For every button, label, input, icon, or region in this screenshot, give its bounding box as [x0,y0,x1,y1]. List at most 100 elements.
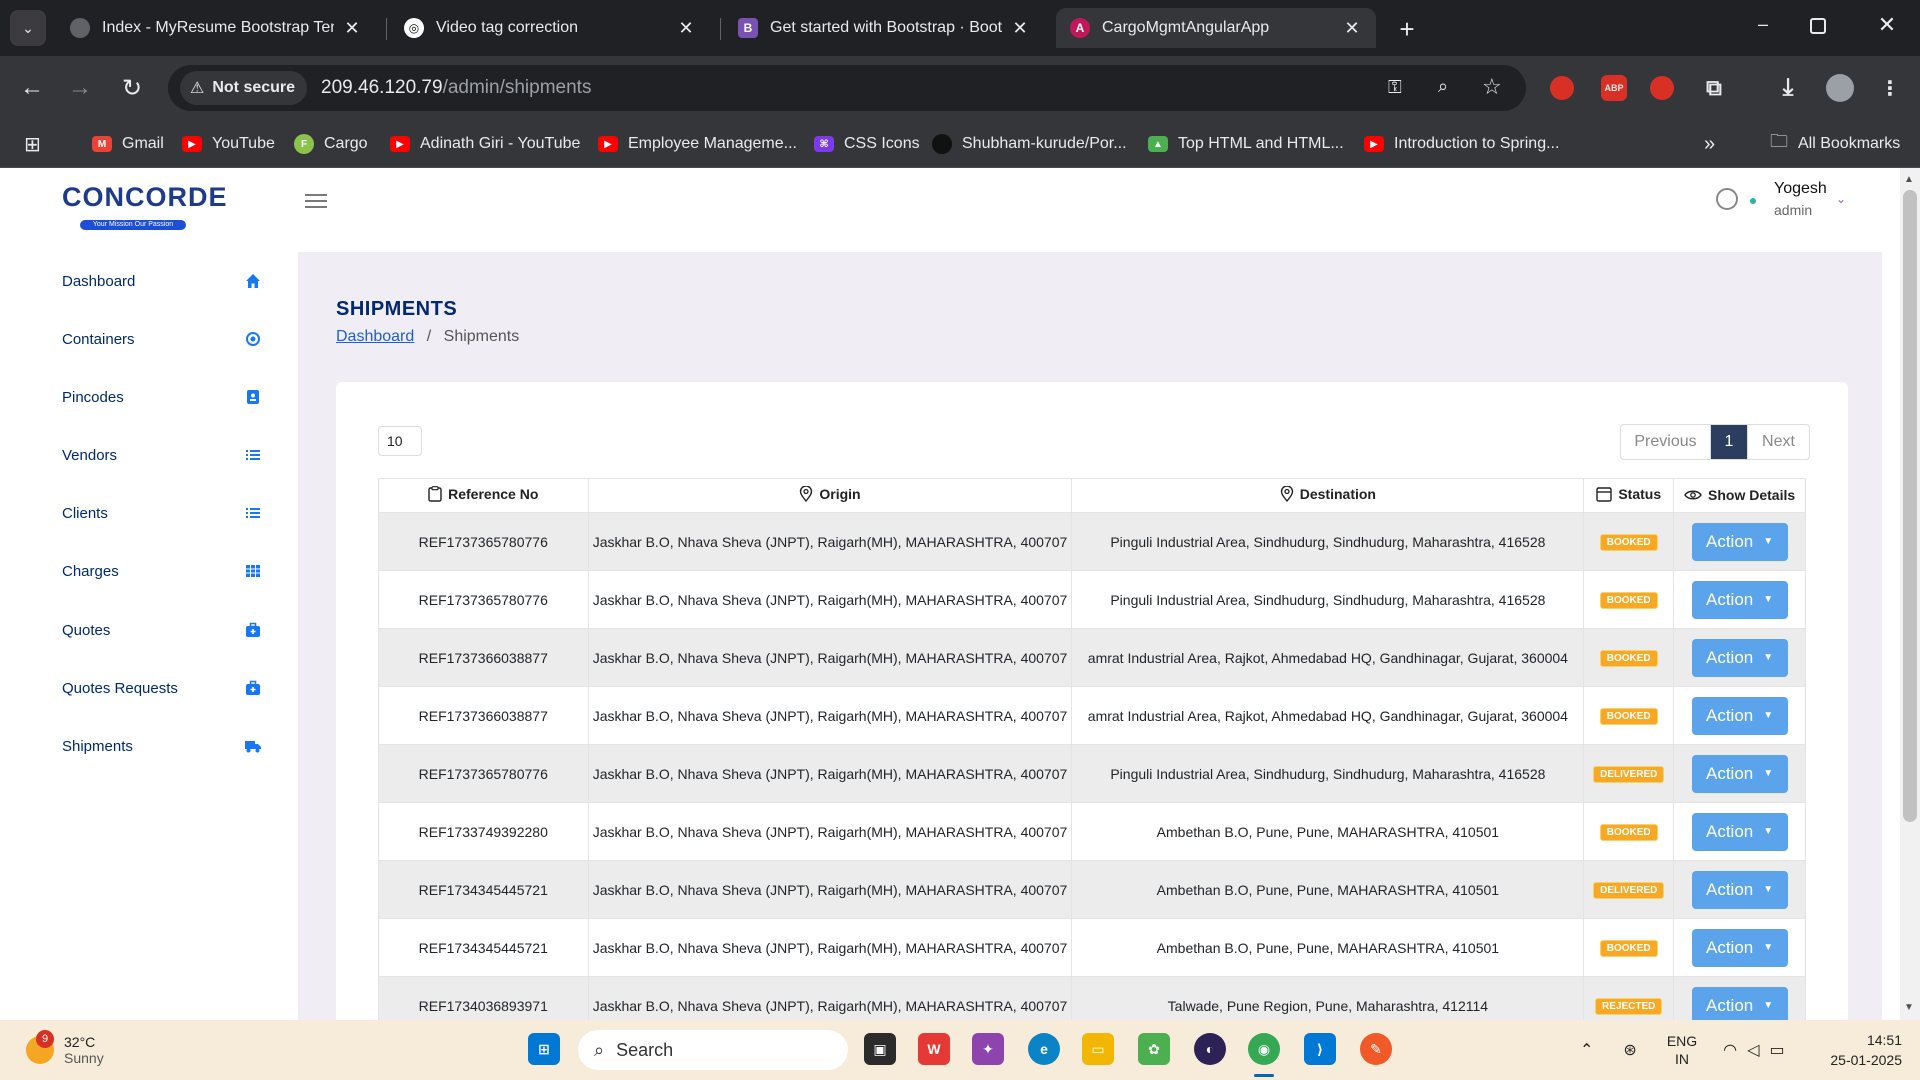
bookmark-gmail[interactable]: M Gmail [92,132,164,156]
wifi-icon[interactable]: ◠ [1723,1040,1737,1060]
action-dropdown-button[interactable]: Action ▼ [1691,522,1788,561]
page-scrollbar[interactable]: ▲ ▼ [1900,168,1920,1020]
back-arrow-icon[interactable]: ← [14,70,50,106]
bookmark-employee[interactable]: ▶ Employee Manageme... [598,132,797,156]
security-indicator[interactable]: ⚠ Not secure [180,71,308,105]
breadcrumb-link-dashboard[interactable]: Dashboard [336,328,414,345]
page-size-select[interactable]: 10 [378,426,422,456]
sidebar-item-containers[interactable]: Containers [62,319,262,359]
wps-office-icon[interactable]: W [918,1033,950,1065]
profile-avatar[interactable] [1826,74,1854,102]
sidebar-item-quotes[interactable]: Quotes [62,610,262,650]
pagination-previous[interactable]: Previous [1621,425,1711,459]
weather-widget[interactable]: 9 32°C Sunny [26,1030,104,1070]
browser-tab[interactable]: B Get started with Bootstrap · Bootst ✕ [724,8,1044,48]
edge-browser-icon[interactable]: e [1028,1033,1060,1065]
download-icon[interactable]: ⤓ [1774,74,1802,102]
url-text[interactable]: 209.46.120.79/admin/shipments [321,77,591,99]
close-tab-icon[interactable]: ✕ [676,18,696,39]
extension-badge-icon[interactable] [1648,74,1676,102]
bookmark-star-icon[interactable]: ☆ [1482,74,1502,100]
reload-icon[interactable]: ↻ [114,70,150,106]
scroll-down-arrow-icon[interactable]: ▼ [1904,1002,1914,1013]
action-dropdown-button[interactable]: Action ▼ [1691,928,1788,967]
taskbar-search[interactable]: ⌕ Search [578,1030,848,1070]
all-bookmarks-folder[interactable]: 🗀 All Bookmarks [1770,131,1900,156]
action-dropdown-button[interactable]: Action ▼ [1691,696,1788,735]
column-header-reference[interactable]: Reference No [378,478,589,513]
user-profile-dropdown[interactable]: Yogesh admin ⌄ [1716,178,1876,222]
scroll-up-arrow-icon[interactable]: ▲ [1904,174,1914,185]
column-header-origin[interactable]: Origin [587,478,1073,513]
eclipse-icon[interactable]: ◐ [1194,1033,1226,1065]
bookmark-css-icons[interactable]: ⌘ CSS Icons [814,132,920,156]
bookmark-adinath[interactable]: ▶ Adinath Giri - YouTube [390,132,580,156]
concorde-logo[interactable]: CONCORDE Your Mission Our Passion [62,182,227,234]
browser-tab[interactable]: Index - MyResume Bootstrap Temp ✕ [56,8,376,48]
copilot-icon[interactable]: ✦ [972,1033,1004,1065]
pagination-next[interactable]: Next [1747,425,1809,459]
action-dropdown-button[interactable]: Action ▼ [1691,754,1788,793]
column-header-show-details[interactable]: Show Details [1673,478,1806,513]
address-bar[interactable]: ⚠ Not secure 209.46.120.79/admin/shipmen… [168,65,1526,111]
action-dropdown-button[interactable]: Action ▼ [1691,986,1788,1020]
action-dropdown-button[interactable]: Action ▼ [1691,812,1788,851]
extensions-puzzle-icon[interactable]: ⧉ [1700,74,1728,102]
action-dropdown-button[interactable]: Action ▼ [1691,580,1788,619]
sidebar-item-shipments[interactable]: Shipments [62,726,262,766]
forward-arrow-icon[interactable]: → [62,70,98,106]
chrome-browser-icon[interactable]: ◉ [1248,1033,1280,1065]
close-tab-icon[interactable]: ✕ [1010,18,1030,39]
postman-icon[interactable]: ✎ [1360,1033,1392,1065]
bookmark-html[interactable]: ▲ Top HTML and HTML... [1148,132,1344,156]
new-tab-button[interactable]: + [1392,14,1422,44]
volume-icon[interactable]: ◁ [1747,1040,1759,1060]
more-bookmarks-icon[interactable]: » [1704,132,1715,156]
column-header-status[interactable]: Status [1583,478,1675,513]
status-badge: BOOKED [1599,824,1658,841]
task-view-icon[interactable]: ▣ [864,1033,896,1065]
tab-search-button[interactable]: ⌄ [10,10,46,46]
bookmark-cargo[interactable]: F Cargo [294,132,368,156]
sidebar-item-pincodes[interactable]: Pincodes [62,377,262,417]
restore-window-icon[interactable] [1810,18,1826,34]
close-tab-icon[interactable]: ✕ [1342,18,1362,39]
apps-grid-icon[interactable]: ⊞ [24,132,41,156]
network-settings-icon[interactable]: ⊛ [1623,1040,1636,1060]
sidebar-item-charges[interactable]: Charges [62,551,262,591]
hamburger-menu-icon[interactable] [305,194,327,210]
close-window-icon[interactable]: ✕ [1872,12,1902,42]
password-key-icon[interactable]: ⚿ [1388,77,1402,98]
bookmark-github[interactable]: Shubham-kurude/Por... [932,132,1127,156]
pagination-page-1[interactable]: 1 [1711,425,1747,459]
minimize-window-icon[interactable]: – [1748,14,1778,42]
browser-menu-icon[interactable]: ⋮ [1876,74,1904,102]
action-dropdown-button[interactable]: Action ▼ [1691,638,1788,677]
web-page: CONCORDE Your Mission Our Passion Dashbo… [0,168,1900,1020]
bookmark-spring[interactable]: ▶ Introduction to Spring... [1364,132,1559,156]
system-clock[interactable]: 14:51 25-01-2025 [1812,1030,1902,1070]
sidebar-item-clients[interactable]: Clients [62,493,262,533]
sidebar-item-vendors[interactable]: Vendors [62,435,262,475]
close-tab-icon[interactable]: ✕ [342,18,362,39]
file-explorer-icon[interactable]: ▭ [1082,1033,1114,1065]
spring-tool-icon[interactable]: ✿ [1138,1033,1170,1065]
table-row: REF1734345445721 Jaskhar B.O, Nhava Sheva… [378,918,1806,977]
zoom-icon[interactable]: ⌕ [1438,76,1448,97]
column-header-destination[interactable]: Destination [1071,478,1585,513]
battery-icon[interactable]: ▭ [1769,1040,1784,1060]
action-dropdown-button[interactable]: Action ▼ [1691,870,1788,909]
adblock-plus-icon[interactable]: ABP [1600,74,1628,102]
language-indicator[interactable]: ENG IN [1667,1032,1697,1068]
sidebar-item-quotes-requests[interactable]: Quotes Requests [62,668,262,708]
browser-tab[interactable]: ◎ Video tag correction ✕ [390,8,710,48]
windows-start-icon[interactable]: ⊞ [528,1033,560,1065]
sidebar-item-dashboard[interactable]: Dashboard [62,261,262,301]
browser-tab-active[interactable]: A CargoMgmtAngularApp ✕ [1056,8,1376,48]
vscode-icon[interactable]: ⟩ [1304,1033,1336,1065]
scrollbar-thumb[interactable] [1903,190,1917,822]
extension-stop-icon[interactable] [1548,74,1576,102]
bookmark-youtube[interactable]: ▶ YouTube [182,132,275,156]
breadcrumb: Dashboard / Shipments [336,328,519,346]
chevron-up-icon[interactable]: ⌃ [1580,1040,1593,1060]
